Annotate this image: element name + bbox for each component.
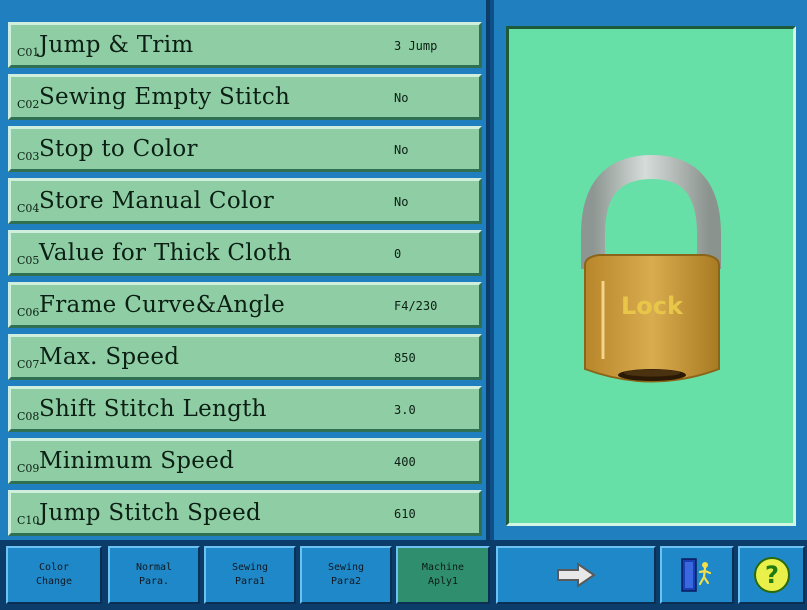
- param-value: 3.0: [394, 403, 416, 417]
- help-icon: ?: [753, 557, 790, 593]
- param-row-c01[interactable]: C01 Jump & Trim 3 Jump: [8, 22, 482, 68]
- tab-color-change[interactable]: Color Change: [6, 546, 102, 604]
- param-code: C09: [17, 461, 40, 475]
- param-row-c08[interactable]: C08 Shift Stitch Length 3.0: [8, 386, 482, 432]
- param-label: Stop to Color: [39, 136, 198, 162]
- param-code: C02: [17, 97, 40, 111]
- param-code: C07: [17, 357, 40, 371]
- param-value: No: [394, 143, 409, 157]
- tab-label-line1: Machine: [421, 562, 465, 573]
- param-value: 610: [394, 507, 416, 521]
- svg-text:?: ?: [765, 561, 779, 589]
- param-code: C05: [17, 253, 40, 267]
- param-value: No: [394, 91, 409, 105]
- param-row-c09[interactable]: C09 Minimum Speed 400: [8, 438, 482, 484]
- param-row-c02[interactable]: C02 Sewing Empty Stitch No: [8, 74, 482, 120]
- tab-label-line1: Sewing: [231, 562, 269, 573]
- tab-label-line1: Sewing: [327, 562, 365, 573]
- lock-label: Lock: [621, 292, 684, 320]
- tab-label-line2: Para.: [138, 576, 170, 587]
- param-value: No: [394, 195, 409, 209]
- arrow-right-icon: [557, 562, 596, 588]
- param-row-c06[interactable]: C06 Frame Curve&Angle F4/230: [8, 282, 482, 328]
- tab-label-line2: Change: [35, 576, 73, 587]
- tab-sewing-para1[interactable]: Sewing Para1: [204, 546, 296, 604]
- tab-label-line2: Para1: [234, 576, 266, 587]
- param-row-c07[interactable]: C07 Max. Speed 850: [8, 334, 482, 380]
- shackle: [581, 154, 721, 269]
- param-code: C01: [17, 45, 40, 59]
- param-code: C04: [17, 201, 40, 215]
- param-row-c03[interactable]: C03 Stop to Color No: [8, 126, 482, 172]
- param-code: C03: [17, 149, 40, 163]
- param-row-c04[interactable]: C04 Store Manual Color No: [8, 178, 482, 224]
- param-row-c10[interactable]: C10 Jump Stitch Speed 610: [8, 490, 482, 536]
- padlock-icon[interactable]: Lock: [509, 29, 793, 523]
- help-button[interactable]: ?: [738, 546, 805, 604]
- param-label: Sewing Empty Stitch: [39, 84, 291, 110]
- param-value: 850: [394, 351, 416, 365]
- param-code: C06: [17, 305, 40, 319]
- param-code: C10: [17, 513, 40, 527]
- lock-display: Lock: [506, 26, 796, 526]
- param-row-c05[interactable]: C05 Value for Thick Cloth 0: [8, 230, 482, 276]
- tab-normal-para[interactable]: Normal Para.: [108, 546, 200, 604]
- bottom-toolbar: Color Change Normal Para. Sewing Para1 S…: [0, 540, 807, 610]
- tab-label-line2: Aply1: [427, 576, 459, 587]
- param-value: 3 Jump: [394, 39, 438, 53]
- tab-label-line1: Color: [38, 562, 70, 573]
- tab-label-line2: Para2: [330, 576, 362, 587]
- param-value: 0: [394, 247, 402, 261]
- tab-sewing-para2[interactable]: Sewing Para2: [300, 546, 392, 604]
- exit-button[interactable]: [660, 546, 734, 604]
- param-code: C08: [17, 409, 40, 423]
- tab-label-line1: Normal: [135, 562, 173, 573]
- tab-machine-aply1[interactable]: Machine Aply1: [396, 546, 490, 604]
- next-button[interactable]: [496, 546, 656, 604]
- param-label: Store Manual Color: [39, 188, 275, 214]
- param-value: 400: [394, 455, 416, 469]
- lock-panel: Lock: [494, 0, 807, 540]
- param-value: F4/230: [394, 299, 438, 313]
- parameter-list: C01 Jump & Trim 3 Jump C02 Sewing Empty …: [0, 0, 490, 540]
- param-label: Value for Thick Cloth: [39, 240, 292, 266]
- exit-door-icon: [681, 558, 712, 592]
